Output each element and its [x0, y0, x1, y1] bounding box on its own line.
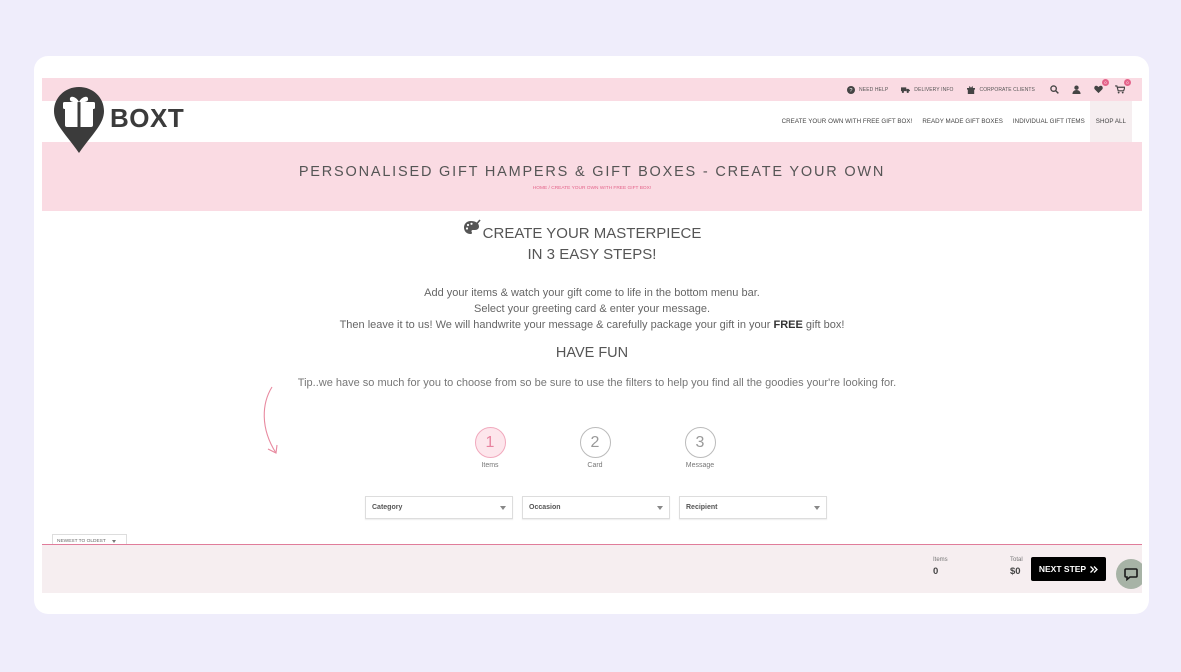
search-icon[interactable]	[1048, 84, 1060, 96]
intro-free-bold: FREE	[773, 319, 803, 331]
step-3-label: Message	[685, 462, 715, 469]
website-viewport: ? NEED HELP DELIVERY INFO CORPORATE CLIE…	[42, 78, 1142, 593]
total-summary: Total $0	[1010, 557, 1023, 577]
breadcrumb: HOME / CREATE YOUR OWN WITH FREE GIFT BO…	[42, 186, 1142, 191]
masterpiece-title-line1: CREATE YOUR MASTERPIECE	[482, 225, 702, 242]
masterpiece-heading: CREATE YOUR MASTERPIECE IN 3 EASY STEPS!	[42, 219, 1142, 265]
breadcrumb-current: CREATE YOUR OWN WITH FREE GIFT BOX!	[551, 186, 652, 191]
account-icon[interactable]	[1070, 84, 1082, 96]
intro-line-1: Add your items & watch your gift come to…	[424, 287, 760, 299]
intro-text: Add your items & watch your gift come to…	[42, 285, 1142, 333]
corporate-clients-link[interactable]: CORPORATE CLIENTS	[966, 85, 1035, 94]
step-1-circle: 1	[474, 427, 506, 458]
items-label: Items	[933, 557, 948, 563]
chat-button[interactable]	[1116, 559, 1142, 589]
total-label: Total	[1010, 557, 1023, 563]
occasion-select[interactable]: Occasion	[522, 496, 670, 519]
step-3-circle: 3	[684, 427, 716, 458]
intro-line-3-end: gift box!	[802, 319, 845, 331]
breadcrumb-home[interactable]: HOME	[533, 186, 547, 191]
need-help-link[interactable]: ? NEED HELP	[846, 85, 888, 94]
chevron-down-icon	[814, 505, 820, 510]
corporate-clients-label: CORPORATE CLIENTS	[979, 86, 1035, 93]
tip-text: Tip..we have so much for you to choose f…	[297, 377, 897, 389]
occasion-select-label: Occasion	[529, 504, 561, 511]
gift-icon	[966, 85, 975, 94]
wishlist-heart-icon[interactable]: 0	[1092, 78, 1109, 96]
steps-indicator: 1 Items 2 Card 3 Message	[42, 427, 1142, 477]
next-step-button[interactable]: NEXT STEP	[1031, 557, 1106, 581]
delivery-truck-icon	[901, 85, 911, 94]
recipient-select-label: Recipient	[686, 504, 718, 511]
nav-individual-items[interactable]: INDIVIDUAL GIFT ITEMS	[1008, 101, 1090, 142]
nav-shop-all[interactable]: SHOP ALL	[1089, 101, 1132, 142]
have-fun-heading: HAVE FUN	[555, 345, 629, 361]
window-card: ? NEED HELP DELIVERY INFO CORPORATE CLIE…	[34, 56, 1149, 614]
svg-text:?: ?	[849, 88, 852, 94]
step-message[interactable]: 3 Message	[670, 427, 730, 469]
recipient-select[interactable]: Recipient	[679, 496, 827, 519]
items-count: 0	[933, 566, 939, 577]
page-hero: PERSONALISED GIFT HAMPERS & GIFT BOXES -…	[42, 142, 1142, 211]
step-1-label: Items	[481, 462, 499, 469]
nav-create-your-own[interactable]: CREATE YOUR OWN WITH FREE GIFT BOX!	[777, 101, 918, 142]
chevron-down-icon	[111, 540, 116, 543]
total-value: $0	[1010, 566, 1021, 577]
chat-bubble-icon	[1124, 568, 1138, 581]
double-chevron-right-icon	[1090, 565, 1099, 573]
nav-ready-made[interactable]: READY MADE GIFT BOXES	[917, 101, 1008, 142]
step-card[interactable]: 2 Card	[565, 427, 625, 469]
category-select[interactable]: Category	[365, 496, 513, 519]
intro-line-3: Then leave it to us! We will handwrite y…	[42, 317, 1142, 333]
filter-bar: Category Occasion Recipient	[365, 496, 827, 519]
intro-line-2: Select your greeting card & enter your m…	[473, 303, 710, 315]
palette-icon	[463, 219, 481, 234]
chevron-down-icon	[657, 505, 663, 510]
next-step-label: NEXT STEP	[1038, 564, 1087, 574]
need-help-label: NEED HELP	[859, 86, 889, 93]
breadcrumb-separator: /	[548, 186, 550, 191]
boxt-logo[interactable]: BOXT	[52, 85, 184, 155]
logo-text: BOXT	[110, 102, 185, 133]
step-2-label: Card	[587, 462, 603, 469]
cart-icon[interactable]: 0	[1114, 78, 1131, 96]
category-select-label: Category	[372, 504, 403, 511]
main-navigation: CREATE YOUR OWN WITH FREE GIFT BOX! READ…	[42, 101, 1142, 142]
step-items[interactable]: 1 Items	[460, 427, 520, 469]
masterpiece-title-line2: IN 3 EASY STEPS!	[527, 246, 657, 263]
delivery-info-link[interactable]: DELIVERY INFO	[901, 85, 953, 94]
utility-bar: ? NEED HELP DELIVERY INFO CORPORATE CLIE…	[42, 78, 1142, 101]
step-2-circle: 2	[579, 427, 611, 458]
intro-line-3-start: Then leave it to us! We will handwrite y…	[339, 319, 774, 331]
cart-count-badge: 0	[1124, 78, 1131, 86]
items-summary: Items 0	[933, 557, 948, 577]
help-circle-icon: ?	[846, 85, 855, 94]
chevron-down-icon	[500, 505, 506, 510]
gift-builder-bar: Items 0 Total $0 NEXT STEP	[42, 544, 1142, 593]
masterpiece-title: CREATE YOUR MASTERPIECE IN 3 EASY STEPS!	[463, 219, 702, 265]
page-title: PERSONALISED GIFT HAMPERS & GIFT BOXES -…	[298, 164, 886, 180]
wishlist-count-badge: 0	[1102, 78, 1109, 86]
delivery-info-label: DELIVERY INFO	[914, 86, 954, 93]
gift-pin-logo-icon	[54, 87, 104, 153]
